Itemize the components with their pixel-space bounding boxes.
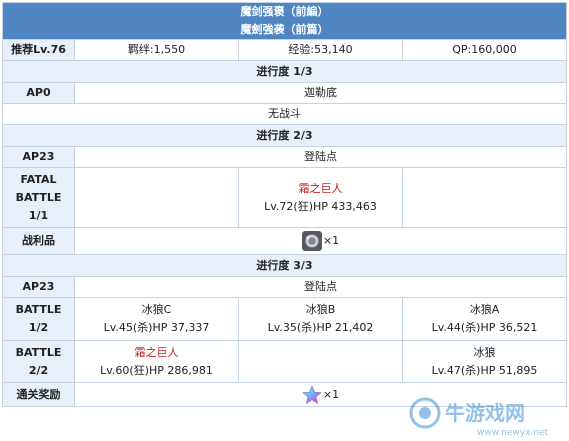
battle-1-label-line2: 1/2 (28, 321, 49, 334)
recommended-level: 推荐Lv.76 (2, 39, 75, 61)
battle-1-row: BATTLE 1/2 冰狼C Lv.45(杀)HP 37,337 冰狼B Lv.… (2, 297, 567, 341)
progress-2-title: 进行度 2/3 (2, 124, 567, 147)
enemy-name: 霜之巨人 (298, 181, 343, 195)
enemy-slot-empty (238, 340, 403, 383)
battle-1-label: BATTLE 1/2 (2, 297, 75, 341)
progress-3-header-row: 进行度 3/3 (2, 254, 567, 277)
enemy-slot: 冰狼A Lv.44(杀)HP 36,521 (402, 297, 567, 341)
enemy-name: 冰狼C (141, 303, 172, 316)
enemy-name: 冰狼A (469, 303, 500, 316)
enemy-stats: Lv.72(狂)HP 433,463 (264, 199, 377, 213)
fatal-battle-label-line3: 1/1 (28, 208, 49, 222)
enemy-stats: Lv.35(杀)HP 21,402 (267, 321, 374, 334)
enemy-slot-empty (74, 167, 239, 228)
enemy-name: 霜之巨人 (134, 345, 179, 359)
loot-count: ×1 (322, 234, 340, 247)
loot-cell: ×1 (74, 227, 567, 255)
reward-cell: ×1 (74, 382, 567, 407)
battle-1-label-line1: BATTLE (15, 303, 62, 316)
reward-count: ×1 (322, 387, 340, 401)
quest-title: 魔剑强褒（前編） 魔劍強袭（前篇） (2, 2, 567, 40)
progress-2-battle-row: FATAL BATTLE 1/1 霜之巨人 Lv.72(狂)HP 433,463 (2, 167, 567, 228)
enemy-stats: Lv.45(杀)HP 37,337 (103, 321, 210, 334)
reward-label: 通关奖励 (2, 382, 75, 407)
progress-1-note: 无战斗 (2, 103, 567, 125)
progress-1-header-row: 进行度 1/3 (2, 60, 567, 83)
fatal-battle-label: FATAL BATTLE 1/1 (2, 167, 75, 228)
enemy-slot: 霜之巨人 Lv.72(狂)HP 433,463 (238, 167, 403, 228)
summary-row: 推荐Lv.76 羁绊:1,550 经验:53,140 QP:160,000 (2, 39, 567, 61)
progress-2-ap-label: AP23 (2, 146, 75, 168)
enemy-slot: 冰狼B Lv.35(杀)HP 21,402 (238, 297, 403, 341)
quest-table: 魔剑强褒（前編） 魔劍強袭（前篇） 推荐Lv.76 羁绊:1,550 经验:53… (2, 2, 567, 407)
enemy-name: 冰狼 (473, 345, 496, 359)
enemy-slot: 霜之巨人 Lv.60(狂)HP 286,981 (74, 340, 239, 383)
progress-2-header-row: 进行度 2/3 (2, 124, 567, 147)
progress-1-ap-row: AP0 迦勒底 (2, 82, 567, 104)
enemy-slot: 冰狼 Lv.47(杀)HP 51,895 (402, 340, 567, 383)
quest-title-row: 魔剑强褒（前編） 魔劍強袭（前篇） (2, 2, 567, 40)
progress-1-title: 进行度 1/3 (2, 60, 567, 83)
battle-2-label: BATTLE 2/2 (2, 340, 75, 383)
loot-label: 战利品 (2, 227, 75, 255)
progress-2-location: 登陆点 (74, 146, 567, 168)
progress-3-location: 登陆点 (74, 276, 567, 298)
fatal-battle-label-line1: FATAL (20, 172, 57, 186)
exp-value: 经验:53,140 (238, 39, 403, 61)
quest-title-sub: 魔劍強袭（前篇） (240, 23, 329, 36)
bond-value: 羁绊:1,550 (74, 39, 239, 61)
rainbow-star-quartz-icon[interactable] (302, 384, 322, 405)
enemy-name: 冰狼B (305, 303, 336, 316)
loot-row: 战利品 ×1 (2, 227, 567, 255)
progress-1-note-row: 无战斗 (2, 103, 567, 125)
qp-value: QP:160,000 (402, 39, 567, 61)
progress-3-ap-label: AP23 (2, 276, 75, 298)
enemy-stats: Lv.60(狂)HP 286,981 (100, 363, 213, 377)
progress-1-ap-label: AP0 (2, 82, 75, 104)
progress-1-location: 迦勒底 (74, 82, 567, 104)
enemy-stats: Lv.47(杀)HP 51,895 (431, 363, 538, 377)
enemy-slot-empty (402, 167, 567, 228)
battle-2-label-line2: 2/2 (28, 363, 49, 377)
battle-2-label-line1: BATTLE (15, 345, 62, 359)
watermark-url: www.newyx.net (477, 428, 548, 438)
enemy-slot: 冰狼C Lv.45(杀)HP 37,337 (74, 297, 239, 341)
progress-2-ap-row: AP23 登陆点 (2, 146, 567, 168)
enemy-stats: Lv.44(杀)HP 36,521 (431, 321, 538, 334)
progress-3-ap-row: AP23 登陆点 (2, 276, 567, 298)
reward-row: 通关奖励 ×1 (2, 382, 567, 407)
quest-title-main: 魔剑强褒（前編） (240, 5, 329, 18)
battle-2-row: BATTLE 2/2 霜之巨人 Lv.60(狂)HP 286,981 冰狼 Lv… (2, 340, 567, 383)
grey-gem-item-icon[interactable] (301, 231, 322, 251)
progress-3-title: 进行度 3/3 (2, 254, 567, 277)
fatal-battle-label-line2: BATTLE (15, 190, 62, 204)
